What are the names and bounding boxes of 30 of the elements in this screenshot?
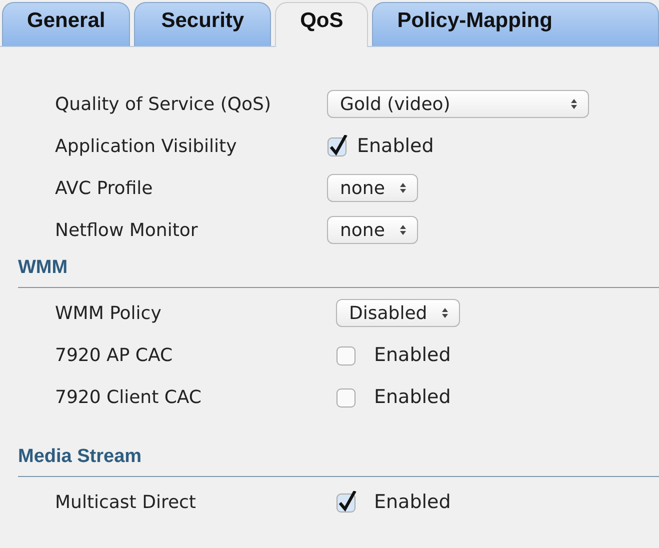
field-label: Netflow Monitor: [55, 220, 199, 240]
updown-arrows-icon: [398, 182, 407, 194]
checkbox-label: Enabled: [374, 344, 451, 366]
updown-arrows-icon: [441, 307, 450, 319]
field-label: Application Visibility: [55, 136, 238, 156]
checkbox-label: Enabled: [374, 386, 451, 408]
checkbox-label: Enabled: [374, 491, 451, 513]
checkbox[interactable]: [327, 135, 349, 157]
field-label: WMM Policy: [55, 302, 162, 324]
checkbox[interactable]: [336, 344, 358, 366]
tab[interactable]: Policy-Mapping: [372, 2, 659, 46]
field-label: Quality of Service (QoS): [55, 94, 272, 114]
field-label: 7920 AP CAC: [55, 344, 174, 366]
tab[interactable]: QoS: [275, 2, 368, 47]
dropdown[interactable]: none: [327, 216, 418, 244]
tab[interactable]: Security: [134, 2, 272, 46]
checkbox[interactable]: [336, 491, 358, 513]
updown-arrows-icon: [398, 224, 407, 236]
checkbox-label: Enabled: [357, 135, 434, 157]
updown-arrows-icon: [570, 98, 578, 110]
section-heading: WMM: [18, 257, 659, 288]
checkbox[interactable]: [336, 386, 358, 408]
field-label: 7920 Client CAC: [55, 386, 202, 408]
field-label: Multicast Direct: [55, 492, 197, 512]
dropdown[interactable]: Gold (video): [327, 90, 589, 118]
dropdown[interactable]: Disabled: [336, 299, 460, 327]
field-label: AVC Profile: [55, 178, 154, 198]
section-heading: Media Stream: [18, 446, 659, 477]
dropdown[interactable]: none: [327, 174, 418, 202]
tab[interactable]: General: [2, 2, 130, 46]
